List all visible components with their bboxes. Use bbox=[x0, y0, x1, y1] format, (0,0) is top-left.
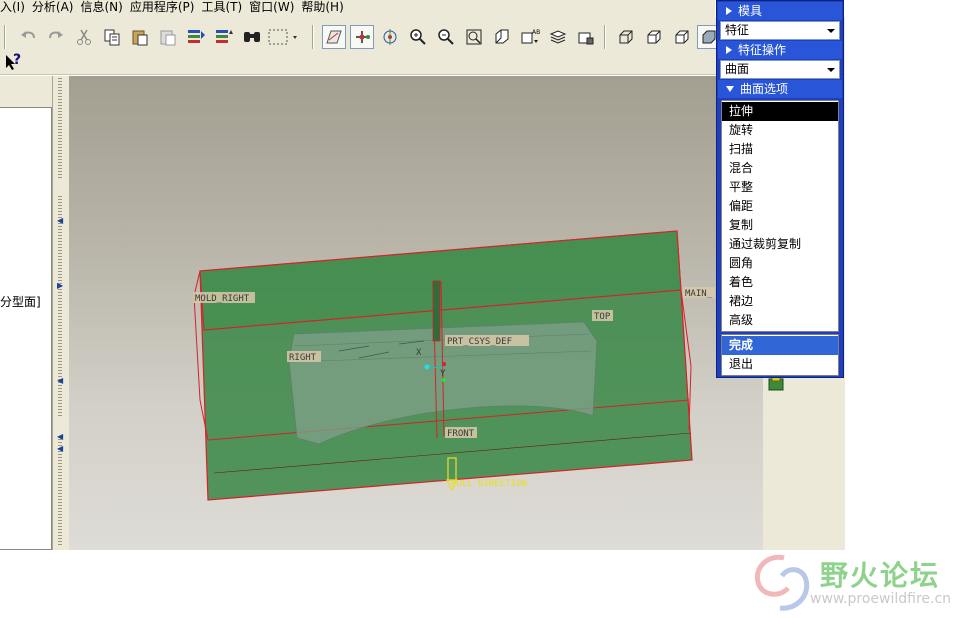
datum-label-front[interactable]: FRONT bbox=[447, 429, 475, 439]
find-icon[interactable] bbox=[240, 25, 264, 49]
surface-combo[interactable]: 曲面 bbox=[720, 60, 840, 79]
collapse-left-icon[interactable]: ◀ bbox=[57, 216, 63, 225]
option-round[interactable]: 圆角 bbox=[722, 254, 838, 273]
refit-icon[interactable] bbox=[462, 25, 486, 49]
regenerate-manager-icon[interactable] bbox=[212, 25, 236, 49]
pull-direction-label[interactable]: PULL DIRECTION bbox=[451, 479, 527, 489]
select-box-icon[interactable] bbox=[266, 25, 300, 49]
csys-axis-y-label: Y bbox=[440, 369, 446, 379]
model-tree[interactable]: 分型面] bbox=[0, 107, 52, 550]
chevron-down-icon bbox=[827, 29, 835, 33]
surface-options-list: 拉伸 旋转 扫描 混合 平整 偏距 复制 通过裁剪复制 圆角 着色 裙边 高级 bbox=[721, 100, 839, 332]
hidden-line-icon[interactable] bbox=[642, 25, 666, 49]
option-revolve[interactable]: 旋转 bbox=[722, 121, 838, 140]
regenerate-icon[interactable] bbox=[184, 25, 208, 49]
cut-icon[interactable] bbox=[72, 25, 96, 49]
watermark: 野火论坛 www.proewildfire.cn bbox=[750, 548, 962, 618]
datum-axis-display-icon[interactable] bbox=[350, 25, 374, 49]
option-copy[interactable]: 复制 bbox=[722, 216, 838, 235]
option-advanced[interactable]: 高级 bbox=[722, 311, 838, 330]
toolbar-separator bbox=[604, 25, 606, 49]
paste-special-icon[interactable] bbox=[156, 25, 180, 49]
mold-model: MOLD_RIGHT MAIN_ PRT_CSYS_DEF TOP RIGHT … bbox=[193, 230, 715, 501]
menu-tools[interactable]: 工具(T) bbox=[201, 0, 249, 17]
layers-icon[interactable] bbox=[546, 25, 570, 49]
panel-splitter[interactable]: ◀ ▶ ◀ ◀ ◀ bbox=[52, 76, 69, 550]
option-blend[interactable]: 混合 bbox=[722, 159, 838, 178]
redo-icon[interactable] bbox=[44, 25, 68, 49]
datum-plane-display-icon[interactable] bbox=[322, 25, 346, 49]
collapse-left-icon-4[interactable]: ◀ bbox=[57, 444, 63, 453]
datum-label-top[interactable]: TOP bbox=[594, 312, 611, 322]
svg-text:AB: AB bbox=[532, 29, 540, 36]
tree-item-parting-surface[interactable]: 分型面] bbox=[0, 293, 41, 310]
done-button[interactable]: 完成 bbox=[722, 336, 838, 355]
option-offset[interactable]: 偏距 bbox=[722, 197, 838, 216]
chevron-down-icon bbox=[827, 68, 835, 72]
watermark-title: 野火论坛 bbox=[820, 559, 941, 592]
watermark-logo-icon bbox=[754, 554, 810, 611]
toolbar-separator bbox=[4, 25, 6, 49]
menu-help[interactable]: 帮助(H) bbox=[301, 0, 350, 17]
zoom-out-icon[interactable] bbox=[434, 25, 458, 49]
menu-applications[interactable]: 应用程序(P) bbox=[130, 0, 202, 17]
paste-icon[interactable] bbox=[128, 25, 152, 49]
menu-info[interactable]: 信息(N) bbox=[80, 0, 129, 17]
datum-label-main[interactable]: MAIN_ bbox=[685, 289, 713, 299]
collapse-triangle-icon bbox=[726, 86, 734, 92]
option-sweep[interactable]: 扫描 bbox=[722, 140, 838, 159]
copy-icon[interactable] bbox=[100, 25, 124, 49]
toolbar-separator bbox=[312, 25, 314, 49]
datum-label-right[interactable]: RIGHT bbox=[289, 353, 317, 363]
menu-window[interactable]: 窗口(W) bbox=[249, 0, 301, 17]
wireframe-icon[interactable] bbox=[614, 25, 638, 49]
expand-triangle-icon bbox=[726, 46, 732, 54]
menu-section-feature-ops[interactable]: 特征操作 bbox=[718, 41, 842, 59]
menu-section-mold[interactable]: 模具 bbox=[718, 2, 842, 20]
option-extrude[interactable]: 拉伸 bbox=[722, 102, 838, 121]
spin-center-icon[interactable] bbox=[378, 25, 402, 49]
exit-button[interactable]: 退出 bbox=[722, 355, 838, 374]
csys-axis-x-label: X bbox=[416, 348, 422, 358]
done-exit-list: 完成 退出 bbox=[721, 334, 839, 376]
csys-label-prt-csys-def[interactable]: PRT_CSYS_DEF bbox=[447, 337, 512, 347]
menu-section-surface-options[interactable]: 曲面选项 bbox=[718, 80, 842, 98]
datum-label-mold-right[interactable]: MOLD_RIGHT bbox=[195, 294, 250, 304]
menu-insert[interactable]: 入(I) bbox=[0, 0, 32, 17]
zoom-in-icon[interactable] bbox=[406, 25, 430, 49]
option-skirt[interactable]: 裙边 bbox=[722, 292, 838, 311]
option-shade[interactable]: 着色 bbox=[722, 273, 838, 292]
reorient-icon[interactable] bbox=[490, 25, 514, 49]
collapse-left-icon-2[interactable]: ◀ bbox=[57, 376, 63, 385]
context-help-icon[interactable]: ? bbox=[4, 52, 26, 72]
feature-combo[interactable]: 特征 bbox=[720, 21, 840, 40]
option-copy-by-trim[interactable]: 通过裁剪复制 bbox=[722, 235, 838, 254]
expand-right-icon[interactable]: ▶ bbox=[57, 281, 63, 290]
option-flat[interactable]: 平整 bbox=[722, 178, 838, 197]
menu-manager: 模具 特征 特征操作 曲面 曲面选项 拉伸 旋转 扫描 混合 平整 偏距 复制 … bbox=[716, 0, 844, 378]
expand-triangle-icon bbox=[726, 7, 732, 15]
app-window: 入(I) 分析(A) 信息(N) 应用程序(P) 工具(T) 窗口(W) 帮助(… bbox=[0, 0, 962, 618]
no-hidden-icon[interactable] bbox=[670, 25, 694, 49]
menu-analysis[interactable]: 分析(A) bbox=[32, 0, 81, 17]
saved-views-icon[interactable]: AB bbox=[518, 25, 542, 49]
watermark-url: www.proewildfire.cn bbox=[810, 591, 952, 607]
graphics-viewport[interactable]: MOLD_RIGHT MAIN_ PRT_CSYS_DEF TOP RIGHT … bbox=[69, 76, 763, 550]
view-manager-icon[interactable] bbox=[574, 25, 598, 49]
help-question-mark: ? bbox=[13, 52, 22, 68]
collapse-left-icon-3[interactable]: ◀ bbox=[57, 432, 63, 441]
menu-bar: 入(I) 分析(A) 信息(N) 应用程序(P) 工具(T) 窗口(W) 帮助(… bbox=[0, 0, 715, 17]
undo-icon[interactable] bbox=[16, 25, 40, 49]
